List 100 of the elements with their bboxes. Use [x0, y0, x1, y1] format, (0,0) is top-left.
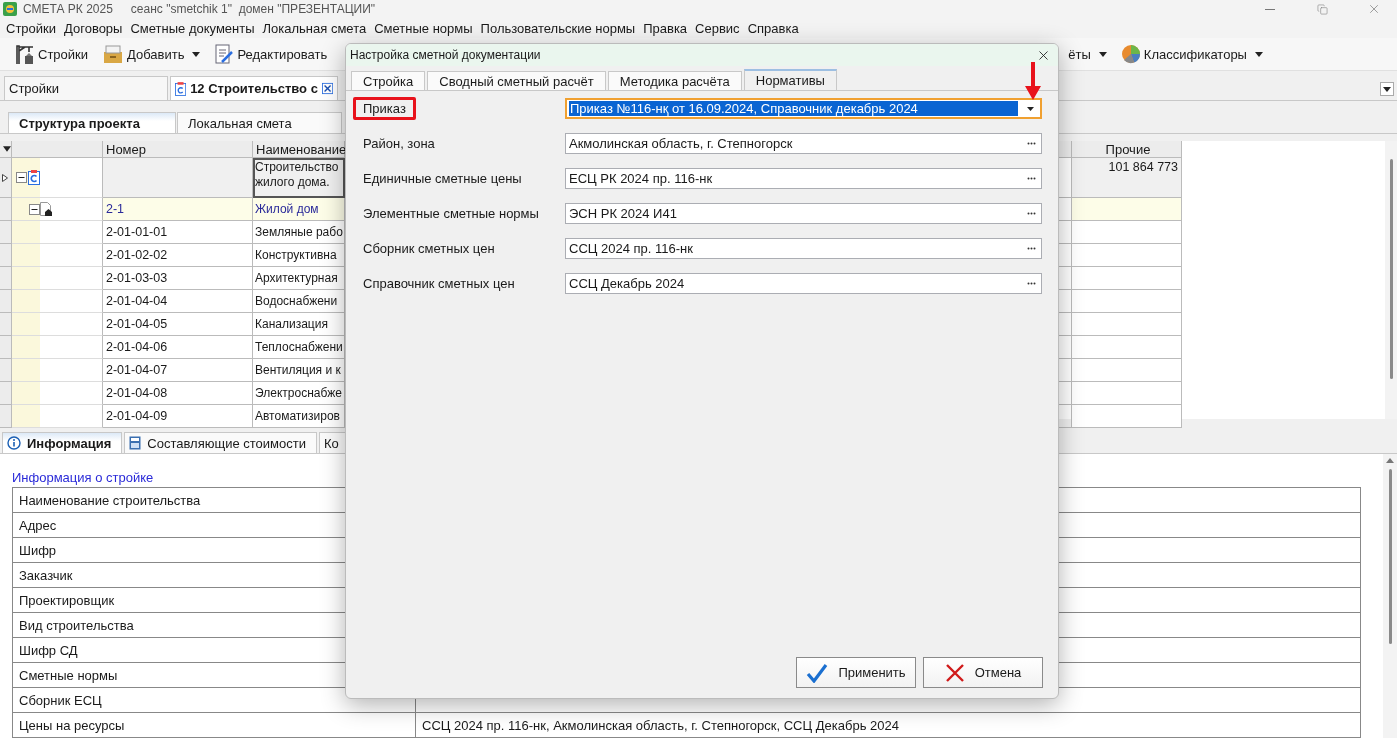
box-icon: [102, 43, 124, 65]
check-icon: [806, 662, 829, 683]
calculator-icon: [129, 436, 142, 450]
field-label: Сборник сметных цен: [362, 240, 496, 258]
input-field[interactable]: ССЦ 2024 пр. 116-нк: [565, 238, 1042, 259]
info-icon: [7, 436, 21, 450]
cancel-button[interactable]: Отмена: [923, 657, 1043, 688]
close-icon: [1367, 2, 1381, 16]
menu-item[interactable]: Пользовательские нормы: [476, 20, 640, 36]
input-field[interactable]: Акмолинская область, г. Степногорск: [565, 133, 1042, 154]
input-field[interactable]: ССЦ Декабрь 2024: [565, 273, 1042, 294]
field-label: Элементные сметные нормы: [362, 205, 540, 223]
table-cell: 2-01-04-09: [103, 405, 253, 428]
table-cell: Автоматизиров: [253, 405, 345, 428]
scrollbar[interactable]: [1383, 454, 1397, 738]
table-cell: 101 864 773: [1072, 158, 1182, 198]
collapse-icon[interactable]: [16, 172, 27, 183]
app-icon: [3, 2, 17, 16]
ellipsis-icon: [1027, 212, 1036, 215]
panel-tab[interactable]: Информация: [2, 432, 123, 453]
minimize-icon: [1265, 8, 1275, 10]
view-tab[interactable]: Локальная смета: [177, 112, 342, 133]
dialog-tab[interactable]: Нормативы: [743, 69, 837, 90]
column-header[interactable]: Наименование: [253, 141, 345, 158]
document-house-icon: [40, 201, 53, 217]
table-cell: Строительство жилого дома.: [253, 158, 345, 198]
table-cell: Архитектурная: [253, 267, 345, 290]
input-field[interactable]: ЭСН РК 2024 И41: [565, 203, 1042, 224]
table-cell: 2-01-03-03: [103, 267, 253, 290]
field-label: Справочник сметных цен: [362, 275, 516, 293]
menu-item[interactable]: Сметные документы: [126, 20, 259, 36]
caret-icon: [1098, 51, 1107, 57]
toolbar-button[interactable]: Редактировать: [211, 41, 331, 67]
table-cell: ССЦ 2024 пр. 116-нк, Акмолинская область, г. Степногорск, ССЦ Декабрь 2024: [416, 713, 1361, 738]
caret-icon: [1383, 86, 1391, 92]
column-header[interactable]: Номер: [103, 141, 253, 158]
scroll-thumb[interactable]: [1388, 469, 1392, 644]
table-cell: 2-01-02-02: [103, 244, 253, 267]
field-label: Единичные сметные цены: [362, 170, 523, 188]
menu-item[interactable]: Сервис: [691, 20, 744, 36]
caret-icon[interactable]: [3, 146, 11, 152]
document-tab[interactable]: Стройки: [4, 76, 168, 100]
cross-icon: [944, 662, 965, 683]
apply-button[interactable]: Применить: [796, 657, 916, 688]
toolbar-button[interactable]: Добавить: [99, 41, 204, 67]
collapse-icon[interactable]: [29, 203, 40, 215]
combo-box[interactable]: Приказ №116-нқ от 16.09.2024, Справочник декабрь 2024: [565, 98, 1042, 119]
ellipsis-icon: [1027, 282, 1036, 285]
document-c-icon: [175, 80, 187, 97]
table-cell: 2-1: [103, 198, 253, 221]
dialog-tab[interactable]: Сводный сметный расчёт: [427, 71, 606, 90]
ellipsis-icon: [1027, 177, 1036, 180]
caret-icon: [1254, 51, 1263, 57]
table-cell: Земляные рабо: [253, 221, 345, 244]
annotation-arrow: [1025, 62, 1041, 100]
document-c-icon: [28, 170, 40, 185]
table-cell: Конструктивна: [253, 244, 345, 267]
session-info: сеанс "smetchik 1" домен "ПРЕЗЕНТАЦИИ": [130, 2, 376, 16]
dialog-tab[interactable]: Стройка: [351, 71, 426, 90]
input-field[interactable]: ЕСЦ РК 2024 пр. 116-нк: [565, 168, 1042, 189]
menu-item[interactable]: Стройки: [2, 20, 60, 36]
column-header[interactable]: Прочие: [1072, 141, 1182, 158]
toolbar-button[interactable]: Классификаторы: [1117, 42, 1266, 66]
dialog-title: Настройка сметной документации: [350, 48, 542, 62]
scroll-thumb[interactable]: [1389, 159, 1393, 379]
info-link[interactable]: Информация о стройке: [12, 470, 154, 485]
menu-item[interactable]: Договоры: [60, 20, 127, 36]
table-cell: Жилой дом: [253, 198, 345, 221]
table-cell: Водоснабжени: [253, 290, 345, 313]
ellipsis-icon: [1027, 142, 1036, 145]
table-cell: Электроснабже: [253, 382, 345, 405]
table-cell: Вентиляция и к: [253, 359, 345, 382]
tab-list-button[interactable]: [1380, 82, 1394, 96]
document-tab[interactable]: 12 Строительство с: [170, 76, 338, 100]
dialog-tab[interactable]: Методика расчёта: [607, 71, 742, 90]
current-row-icon: [2, 173, 8, 182]
table-cell: Канализация: [253, 313, 345, 336]
menu-item[interactable]: Сметные нормы: [370, 20, 477, 36]
close-icon[interactable]: [321, 82, 333, 95]
crane-icon: [13, 43, 35, 65]
table-cell: 2-01-04-05: [103, 313, 253, 336]
view-tab[interactable]: Структура проекта: [8, 112, 176, 133]
menu-item[interactable]: Локальная смета: [258, 20, 371, 36]
caret-icon: [192, 51, 201, 57]
table-cell: 2-01-04-06: [103, 336, 253, 359]
panel-tab[interactable]: Составляющие стоимости: [124, 432, 317, 453]
toolbar-button[interactable]: ёты: [1065, 44, 1110, 64]
scroll-up-icon[interactable]: [1386, 458, 1394, 463]
menu-item[interactable]: Справка: [743, 20, 803, 36]
row-header[interactable]: [0, 158, 12, 198]
toolbar-button[interactable]: Стройки: [10, 41, 91, 67]
window-title: СМЕТА РК 2025: [23, 2, 113, 16]
table-cell: 2-01-04-04: [103, 290, 253, 313]
menu-item[interactable]: Правка: [639, 20, 692, 36]
field-label: Район, зона: [362, 135, 436, 153]
field-label: Приказ: [353, 97, 416, 120]
table-cell: 2-01-04-07: [103, 359, 253, 382]
document-pen-icon: [214, 43, 235, 65]
table-cell: Цены на ресурсы: [13, 713, 416, 738]
restore-icon: [1316, 3, 1328, 15]
